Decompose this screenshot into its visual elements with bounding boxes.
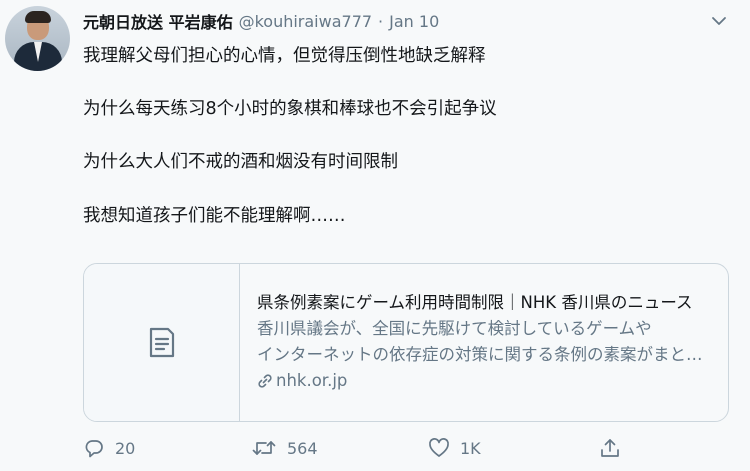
card-domain: nhk.or.jp — [257, 368, 717, 394]
card-domain-text: nhk.or.jp — [276, 371, 348, 390]
heart-icon — [429, 438, 449, 457]
retweet-icon — [252, 441, 276, 455]
card-text: 県条例素案にゲーム利用時間制限｜NHK 香川県のニュース 香川県議会が、全国に先… — [257, 290, 717, 394]
card-title: 県条例素案にゲーム利用時間制限｜NHK 香川県のニュース — [257, 293, 693, 312]
card-description-line: インターネットの依存症の対策に関する条例の素案がまとまりました — [257, 345, 717, 364]
reply-icon — [85, 440, 103, 458]
tweet-line: 我理解父母们担心的心情，但觉得压倒性地缺乏解释 — [83, 46, 486, 66]
reply-count: 20 — [115, 438, 136, 458]
share-button[interactable] — [599, 434, 631, 462]
retweet-count: 564 — [287, 438, 318, 458]
retweet-button[interactable]: 564 — [251, 434, 318, 462]
like-count: 1K — [460, 438, 481, 458]
tweet-line: 为什么每天练习8个小时的象棋和棒球也不会引起争议 — [83, 99, 497, 119]
tweet-line: 我想知道孩子们能不能理解啊…… — [83, 206, 346, 226]
avatar-hair — [25, 11, 51, 23]
card-description-line: 香川県議会が、全国に先駆けて検討しているゲームや — [257, 319, 652, 338]
like-button[interactable]: 1K — [428, 434, 481, 462]
link-card[interactable]: 県条例素案にゲーム利用時間制限｜NHK 香川県のニュース 香川県議会が、全国に先… — [83, 263, 729, 422]
reply-button[interactable]: 20 — [83, 434, 135, 462]
tweet: 元朝日放送 平岩康佑 @kouhiraiwa777 · Jan 10 我理解父母… — [0, 0, 750, 471]
display-name[interactable]: 元朝日放送 平岩康佑 — [83, 9, 233, 33]
tweet-date[interactable]: Jan 10 — [389, 12, 439, 31]
card-thumbnail — [84, 264, 240, 421]
link-icon — [258, 374, 272, 388]
chevron-down-icon[interactable] — [710, 12, 728, 30]
separator-dot: · — [378, 11, 384, 31]
tweet-header: 元朝日放送 平岩康佑 @kouhiraiwa777 · Jan 10 — [83, 9, 439, 33]
share-icon — [601, 439, 619, 457]
user-handle[interactable]: @kouhiraiwa777 — [239, 12, 372, 31]
document-icon — [149, 327, 174, 357]
tweet-line: 为什么大人们不戒的酒和烟没有时间限制 — [83, 152, 398, 172]
avatar[interactable] — [5, 6, 70, 71]
